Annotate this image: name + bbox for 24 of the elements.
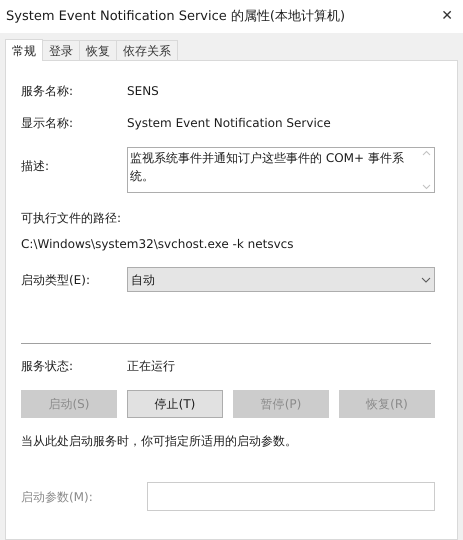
service-button[interactable]: 停止(T) [127,390,223,418]
field-label: 可执行文件的路径: [21,210,122,227]
tab[interactable]: 常规 [5,39,43,61]
field-value: System Event Notification Service [127,115,331,132]
scroll-down-icon[interactable] [422,184,431,190]
scroll-up-icon[interactable] [422,150,431,156]
path-value: C:\Windows\system32\svchost.exe -k netsvcs [21,236,295,253]
description-text: 监视系统事件并通知订户这些事件的 COM+ 事件系统。 [129,150,405,185]
tab[interactable]: 恢复 [79,40,117,60]
window-title: System Event Notification Service 的属性(本地计算机) [6,8,346,26]
field-label: 服务名称: [21,83,74,100]
field-label: 启动类型(E): [21,272,91,288]
field-label: 显示名称: [21,115,74,132]
field-label: 服务状态: [21,358,74,375]
description-box[interactable]: 监视系统事件并通知订户这些事件的 COM+ 事件系统。 [127,147,435,193]
status-value: 正在运行 [127,358,175,375]
close-button[interactable]: ✕ [441,6,453,27]
startup-type-dropdown[interactable]: 自动 [127,267,435,292]
chevron-down-icon [421,276,431,282]
hint-text: 当从此处启动服务时，你可指定所适用的启动参数。 [21,433,298,450]
tab[interactable]: 依存关系 [116,40,178,60]
field-value: SENS [127,83,159,100]
field-label: 启动参数(M): [21,488,94,506]
field-label: 描述: [21,158,50,175]
